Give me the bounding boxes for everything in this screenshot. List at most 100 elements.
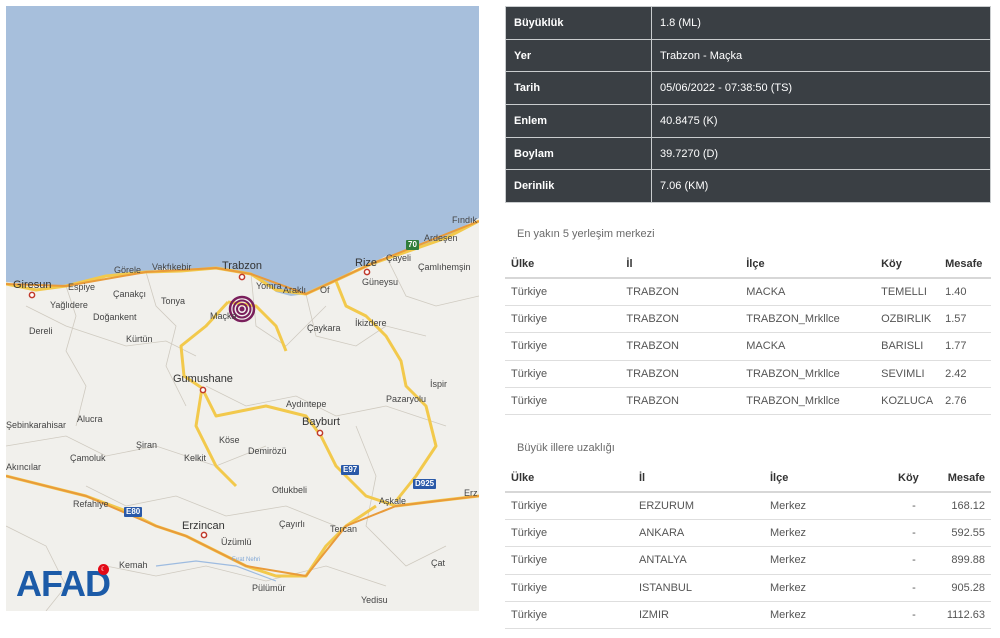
- column-header: Mesafe: [936, 464, 991, 493]
- info-value: Trabzon - Maçka: [651, 38, 991, 73]
- map-label: Çamlıhemşin: [418, 262, 471, 272]
- table-cell: 1112.63: [936, 601, 991, 630]
- map-label: Aydıntepe: [286, 399, 327, 409]
- table-row: Türkiye IZMIR Merkez - 1112.63: [505, 601, 991, 630]
- info-label: Derinlik: [505, 169, 652, 204]
- info-row-depth: Derinlik 7.06 (KM): [505, 169, 991, 204]
- map-label: Trabzon: [222, 260, 262, 272]
- info-row-magnitude: Büyüklük 1.8 (ML): [505, 6, 991, 40]
- table-cell: Merkez: [764, 519, 892, 548]
- table-cell: Türkiye: [505, 492, 633, 520]
- map-label: Giresun: [13, 279, 52, 291]
- table-row: Türkiye TRABZON TRABZON_Mrkllce SEVIMLI …: [505, 360, 991, 389]
- turkish-flag-icon: ☾: [98, 564, 109, 575]
- major-cities-table: Ülke İl İlçe Köy Mesafe Türkiye ERZURUM …: [505, 464, 991, 630]
- table-header-row: Ülke İl İlçe Köy Mesafe: [505, 464, 991, 493]
- column-header: İl: [620, 250, 741, 279]
- map-label: Gumushane: [173, 373, 233, 385]
- info-value: 1.8 (ML): [651, 6, 991, 40]
- afad-logo: AFAD: [16, 563, 111, 604]
- map-label: Rize: [355, 257, 378, 269]
- table-cell: Türkiye: [505, 278, 621, 306]
- info-label: Enlem: [505, 104, 652, 138]
- table-cell: -: [892, 574, 936, 603]
- table-row: Türkiye TRABZON MACKA BARISLI 1.77: [505, 332, 991, 361]
- map-label: Refahiye: [73, 499, 109, 509]
- table-cell: Türkiye: [505, 387, 621, 416]
- table-cell: -: [892, 546, 936, 575]
- table-cell: 1.40: [939, 278, 991, 306]
- map-label: Fındık: [452, 215, 478, 225]
- table-cell: ANKARA: [633, 519, 764, 548]
- map-label: Köse: [219, 435, 240, 445]
- info-row-latitude: Enlem 40.8475 (K): [505, 104, 991, 138]
- table-row: Türkiye TRABZON TRABZON_Mrkllce OZBIRLIK…: [505, 305, 991, 334]
- map-label: Pülümür: [252, 583, 286, 593]
- map-label: Çamoluk: [70, 453, 106, 463]
- road-badge: E80: [124, 507, 143, 517]
- map-label: Kürtün: [126, 334, 153, 344]
- table-cell: ISTANBUL: [633, 574, 764, 603]
- table-cell: KOZLUCA: [875, 387, 940, 416]
- table-cell: 592.55: [936, 519, 991, 548]
- table-cell: -: [892, 519, 936, 548]
- info-label: Boylam: [505, 136, 652, 171]
- column-header: Mesafe: [939, 250, 991, 279]
- info-row-longitude: Boylam 39.7270 (D): [505, 136, 991, 171]
- table-header-row: Ülke İl İlçe Köy Mesafe: [505, 250, 991, 279]
- table-cell: TRABZON: [620, 305, 741, 334]
- info-row-date: Tarih 05/06/2022 - 07:38:50 (TS): [505, 71, 991, 106]
- table-row: Türkiye ANKARA Merkez - 592.55: [505, 519, 991, 548]
- table-cell: OZBIRLIK: [875, 305, 940, 334]
- map-label: Tonya: [161, 296, 186, 306]
- map-label: Alucra: [77, 414, 103, 424]
- table-cell: Türkiye: [505, 519, 633, 548]
- table-cell: Türkiye: [505, 305, 621, 334]
- map-label: Of: [320, 285, 330, 295]
- table-cell: Merkez: [764, 492, 892, 520]
- map-label: İspir: [430, 379, 448, 389]
- map-label: Çayırlı: [279, 519, 306, 529]
- info-value: 7.06 (KM): [651, 169, 991, 204]
- table-cell: MACKA: [740, 278, 876, 306]
- column-header: Ülke: [505, 250, 621, 279]
- map-label: Çaykara: [307, 323, 341, 333]
- column-header: İlçe: [764, 464, 892, 493]
- table-cell: SEVIMLI: [875, 360, 940, 389]
- table-cell: Türkiye: [505, 574, 633, 603]
- table-row: Türkiye TRABZON MACKA TEMELLI 1.40: [505, 278, 991, 306]
- table-cell: MACKA: [740, 332, 876, 361]
- table-cell: Merkez: [764, 574, 892, 603]
- map-label: Vakfıkebir: [152, 262, 192, 272]
- table-cell: TRABZON: [620, 387, 741, 416]
- map-label: Aşkale: [379, 496, 407, 506]
- table-cell: 905.28: [936, 574, 991, 603]
- map-label: Fırat Nehri: [232, 557, 261, 563]
- earthquake-map[interactable]: Fındık Ardeşen Rize Çayeli Çamlıhemşin G…: [6, 6, 479, 611]
- map-label: Maçka: [210, 311, 237, 321]
- road-badge: 70: [406, 240, 419, 250]
- map-label: Şebinkarahisar: [6, 420, 67, 430]
- table-cell: TRABZON: [620, 360, 741, 389]
- map-label: Kelkit: [184, 453, 207, 463]
- map-label: Bayburt: [302, 416, 340, 428]
- column-header: Köy: [875, 250, 940, 279]
- table-cell: 168.12: [936, 492, 991, 520]
- table-cell: TRABZON_Mrkllce: [740, 305, 876, 334]
- info-value: 40.8475 (K): [651, 104, 991, 138]
- table-row: Türkiye ISTANBUL Merkez - 905.28: [505, 574, 991, 603]
- table-cell: TRABZON: [620, 278, 741, 306]
- earthquake-info-table: Büyüklük 1.8 (ML) Yer Trabzon - Maçka Ta…: [505, 6, 991, 204]
- map-label: İkizdere: [355, 318, 387, 328]
- table-cell: TRABZON_Mrkllce: [740, 387, 876, 416]
- map-label: Demirözü: [248, 446, 287, 456]
- column-header: İl: [633, 464, 764, 493]
- nearest-settlements-title: En yakın 5 yerleşim merkezi: [517, 228, 655, 240]
- map-label: Güneysu: [362, 277, 399, 287]
- table-cell: TEMELLI: [875, 278, 940, 306]
- map-label: Araklı: [283, 285, 307, 295]
- info-value: 39.7270 (D): [651, 136, 991, 171]
- table-cell: Türkiye: [505, 360, 621, 389]
- info-label: Yer: [505, 38, 652, 73]
- map-label: Espiye: [68, 282, 96, 292]
